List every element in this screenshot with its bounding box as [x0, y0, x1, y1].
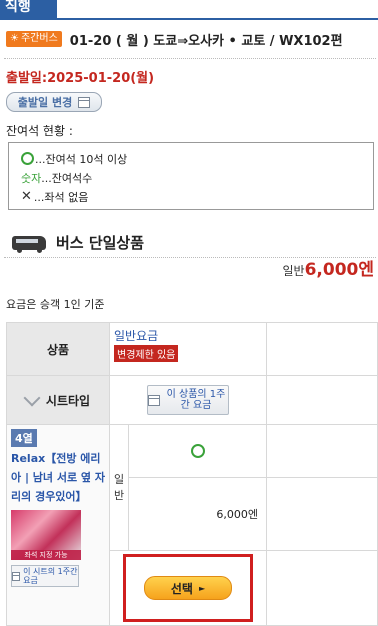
- calendar-icon: [78, 96, 91, 108]
- product-name[interactable]: Relax【전방 에리아 | 남녀 서로 옆 자리의 경우있어】: [11, 449, 105, 506]
- empty-cell: [266, 477, 378, 551]
- calendar-icon: [148, 394, 160, 406]
- empty-cell: [266, 550, 378, 626]
- change-limit-badge: 변경제한 있음: [114, 345, 179, 362]
- route-text: 01-20 ( 월 ) 도쿄⇒오사카 • 교토 / WX102편: [69, 33, 343, 49]
- legend-count-text: ...잔여석수: [41, 171, 93, 185]
- product-price: 일반6,000엔: [282, 255, 374, 280]
- section-title: 직행: [0, 0, 57, 18]
- price-basis-note: 요금은 승객 1인 기준: [6, 298, 105, 311]
- fare-price: 6,000엔: [128, 477, 267, 551]
- seat-type-label: 시트타입: [45, 393, 91, 408]
- seat-status-label: 잔여석 현황 :: [6, 124, 73, 138]
- divider: [4, 58, 376, 59]
- seat-type-toggle[interactable]: 시트타입: [6, 375, 110, 425]
- arrow-right-icon: ►: [198, 583, 206, 593]
- available-circle-icon: [190, 444, 205, 458]
- select-button[interactable]: 선택 ►: [144, 576, 232, 600]
- seat-week-fare-label: 이 시트의 1주간 요금: [23, 567, 78, 585]
- header-empty: [266, 322, 378, 376]
- header-fare: 일반요금 변경제한 있음: [109, 322, 267, 376]
- legend-row-soldout: ✕ ...좌석 없음: [21, 187, 361, 206]
- empty-cell: [266, 375, 378, 425]
- week-fare-cell: 이 상품의 1주간 요금: [109, 375, 267, 425]
- select-label: 선택: [170, 581, 193, 596]
- availability-cell: [128, 424, 267, 478]
- price-amount: 6,000엔: [304, 260, 374, 280]
- select-cell: 선택 ►: [109, 550, 267, 626]
- route-header: ☀ 주간버스 01-20 ( 월 ) 도쿄⇒오사카 • 교토 / WX102편: [6, 29, 343, 49]
- product-cell: 4열 Relax【전방 에리아 | 남녀 서로 옆 자리의 경우있어】 좌석 지…: [6, 424, 110, 626]
- change-date-button[interactable]: 출발일 변경: [6, 92, 102, 112]
- product-title: 버스 단일상품: [56, 234, 145, 252]
- legend-number-symbol: 숫자: [21, 171, 42, 185]
- cross-icon: ✕: [21, 189, 32, 204]
- week-fare-button[interactable]: 이 상품의 1주간 요금: [147, 385, 229, 415]
- seat-week-fare-button[interactable]: 이 시트의 1주간 요금: [11, 565, 79, 587]
- seat-rows-badge: 4열: [11, 429, 37, 447]
- chevron-down-icon: [23, 389, 41, 406]
- product-header: 버스 단일상품: [12, 232, 144, 253]
- week-fare-label: 이 상품의 1주간 요금: [166, 389, 226, 411]
- sun-icon: ☀: [10, 33, 19, 44]
- fare-label: 일반요금: [114, 329, 159, 343]
- seat-photo-caption: 좌석 지정 가능: [11, 550, 81, 560]
- price-prefix: 일반: [282, 264, 305, 278]
- seat-legend: ...잔여석 10석 이상 숫자 ...잔여석수 ✕ ...좌석 없음: [8, 142, 374, 210]
- fare-class: 일반: [109, 424, 129, 551]
- calendar-icon: [12, 571, 21, 581]
- change-date-label: 출발일 변경: [17, 96, 73, 109]
- circle-icon: [21, 152, 34, 165]
- empty-cell: [266, 424, 378, 478]
- fare-table: 상품 일반요금 변경제한 있음 시트타입 이 상품의 1주간 요금 4열 Rel…: [6, 322, 378, 626]
- departure-date: 출발일:2025-01-20(월): [6, 71, 155, 86]
- section-title-underline: [0, 18, 378, 20]
- legend-row-count: 숫자 ...잔여석수: [21, 168, 361, 187]
- legend-available-text: ...잔여석 10석 이상: [35, 152, 128, 166]
- legend-soldout-text: ...좌석 없음: [33, 190, 89, 204]
- select-highlight: 선택 ►: [123, 554, 253, 622]
- seat-photo[interactable]: 좌석 지정 가능: [11, 510, 81, 560]
- header-product: 상품: [6, 322, 110, 376]
- bus-type-label: 주간버스: [20, 33, 58, 44]
- legend-row-available: ...잔여석 10석 이상: [21, 149, 361, 168]
- bus-type-badge: ☀ 주간버스: [6, 31, 62, 47]
- bus-icon: [12, 235, 46, 253]
